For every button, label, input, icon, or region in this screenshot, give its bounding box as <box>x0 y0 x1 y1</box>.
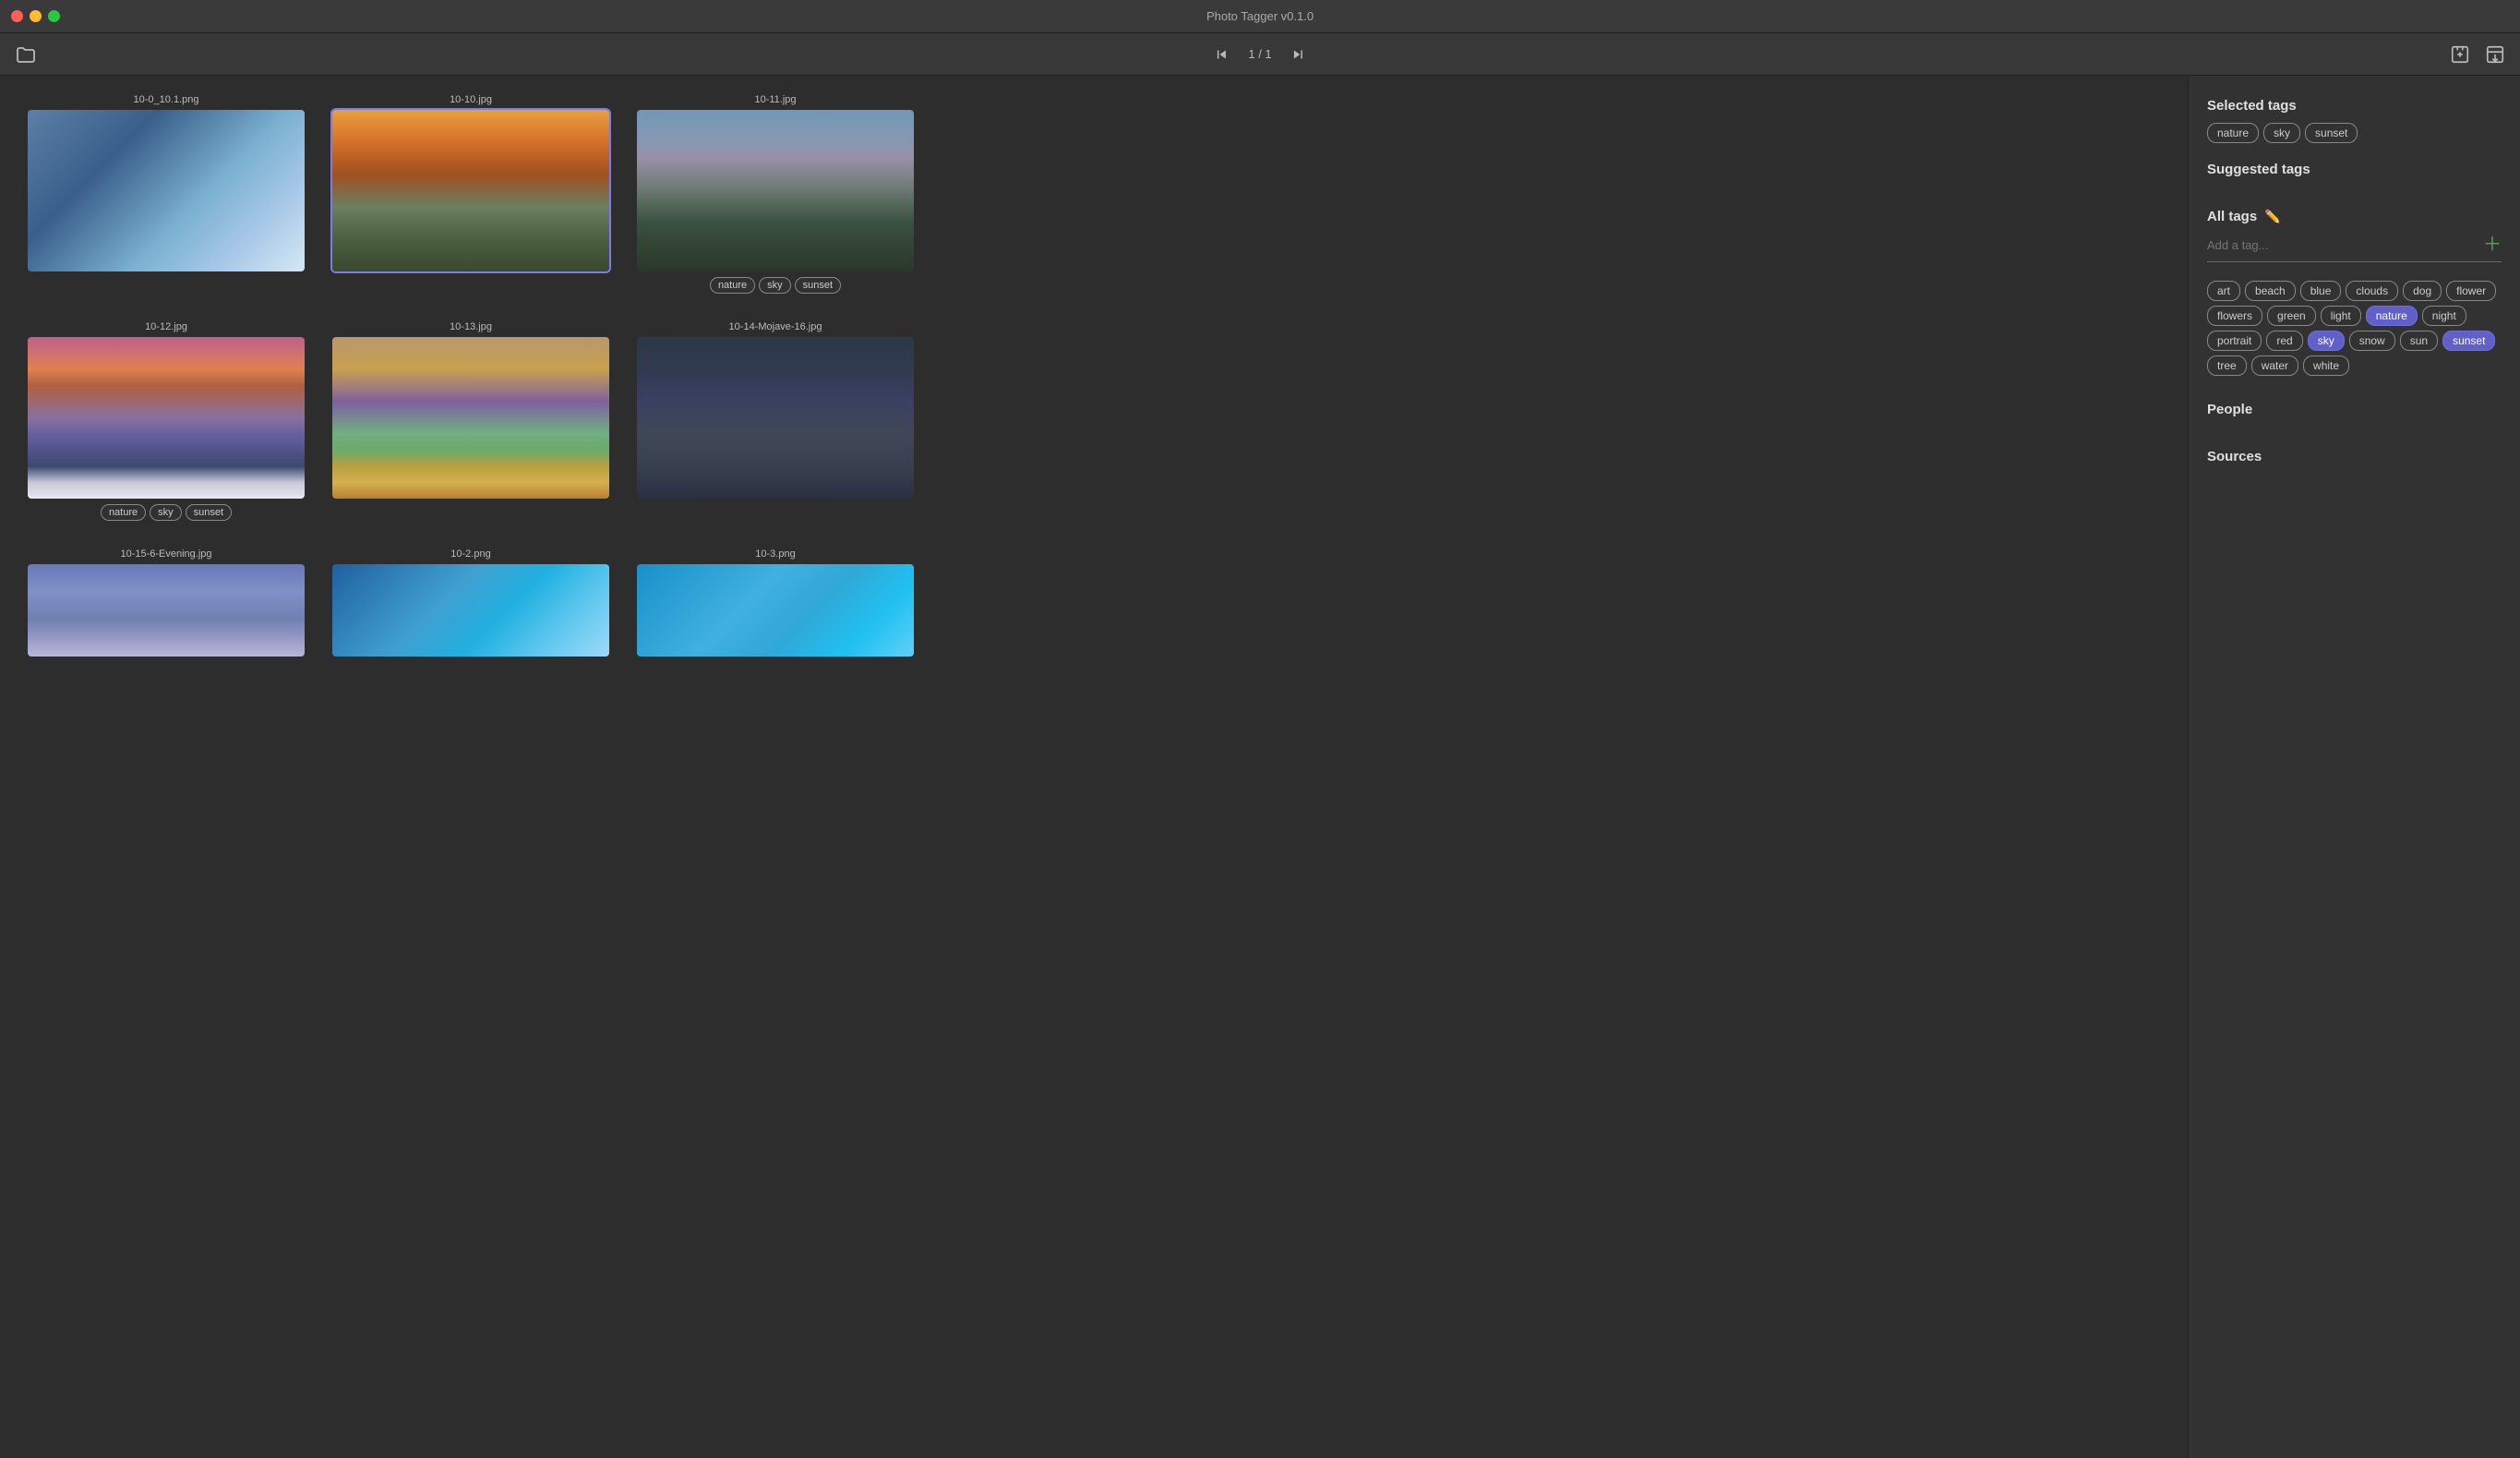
photo-item-4[interactable]: 10-13.jpg <box>332 321 609 504</box>
export-button[interactable] <box>2481 41 2509 68</box>
all-tag-beach[interactable]: beach <box>2245 281 2296 301</box>
next-page-button[interactable] <box>1287 42 1311 66</box>
photo-thumb-1[interactable] <box>332 110 609 271</box>
photo-item-8[interactable]: 10-3.png <box>637 548 914 662</box>
all-tags-list: artbeachbluecloudsdogflower flowersgreenl… <box>2207 281 2502 376</box>
photo-thumb-2[interactable] <box>637 110 914 271</box>
tag-sunset: sunset <box>795 277 841 294</box>
edit-tags-icon[interactable]: ✏️ <box>2264 209 2280 224</box>
all-tag-sun[interactable]: sun <box>2400 331 2438 351</box>
toolbar-right <box>2446 41 2509 68</box>
photo-grid[interactable]: 10-0_10.1.png 10-10.jpg 10-11.jpg <box>0 76 2188 1458</box>
photo-item-1[interactable]: 10-10.jpg <box>332 94 609 277</box>
photo-label-0: 10-0_10.1.png <box>134 94 199 105</box>
all-tag-sky[interactable]: sky <box>2308 331 2345 351</box>
all-tag-nature[interactable]: nature <box>2366 306 2418 326</box>
grid-row-2: 10-12.jpg nature sky sunset 10-13.jpg 10… <box>28 321 2169 521</box>
photo-label-6: 10-15-6-Evening.jpg <box>120 548 211 560</box>
all-tag-snow[interactable]: snow <box>2349 331 2395 351</box>
all-tag-white[interactable]: white <box>2303 355 2349 376</box>
photo-thumb-5[interactable] <box>637 337 914 499</box>
photo-thumb-6[interactable] <box>28 564 305 657</box>
grid-row-3: 10-15-6-Evening.jpg 10-2.png 10-3.png <box>28 548 2169 662</box>
selected-tags-row: nature sky sunset <box>2207 123 2502 143</box>
people-section: People <box>2207 398 2502 427</box>
add-tag-row: ＋ <box>2207 235 2502 262</box>
photo-tags-2: nature sky sunset <box>710 277 841 294</box>
grid-row-1: 10-0_10.1.png 10-10.jpg 10-11.jpg <box>28 94 2169 294</box>
minimize-button[interactable] <box>30 10 42 22</box>
toolbar-center: 1 / 1 <box>1209 42 1310 66</box>
traffic-lights <box>11 10 60 22</box>
all-tag-red[interactable]: red <box>2266 331 2302 351</box>
sources-section: Sources <box>2207 445 2502 474</box>
photo-label-8: 10-3.png <box>755 548 795 560</box>
photo-item-2[interactable]: 10-11.jpg nature sky sunset <box>637 94 914 294</box>
add-tag-input[interactable] <box>2207 238 2476 252</box>
photo-thumb-3[interactable] <box>28 337 305 499</box>
toolbar: 1 / 1 <box>0 33 2520 76</box>
tag-sky: sky <box>150 504 182 521</box>
close-button[interactable] <box>11 10 23 22</box>
titlebar: Photo Tagger v0.1.0 <box>0 0 2520 33</box>
photo-label-1: 10-10.jpg <box>450 94 492 105</box>
toolbar-left <box>11 40 41 69</box>
photo-thumb-4[interactable] <box>332 337 609 499</box>
all-tags-header: All tags ✏️ <box>2207 209 2502 224</box>
photo-label-3: 10-12.jpg <box>145 321 187 332</box>
sidebar: Selected tags nature sky sunset Suggeste… <box>2188 76 2520 1458</box>
open-folder-button[interactable] <box>11 40 41 69</box>
people-title: People <box>2207 402 2502 417</box>
all-tag-sunset[interactable]: sunset <box>2442 331 2495 351</box>
selected-tags-title: Selected tags <box>2207 98 2502 114</box>
selected-tag-sky[interactable]: sky <box>2263 123 2300 143</box>
all-tag-flower[interactable]: flower <box>2446 281 2496 301</box>
all-tag-light[interactable]: light <box>2321 306 2361 326</box>
selected-tag-sunset[interactable]: sunset <box>2305 123 2358 143</box>
selected-tag-nature[interactable]: nature <box>2207 123 2259 143</box>
page-indicator: 1 / 1 <box>1248 47 1271 61</box>
all-tag-blue[interactable]: blue <box>2300 281 2342 301</box>
photo-label-2: 10-11.jpg <box>754 94 796 105</box>
all-tag-water[interactable]: water <box>2251 355 2298 376</box>
all-tag-clouds[interactable]: clouds <box>2346 281 2398 301</box>
add-tag-button[interactable]: ＋ <box>2483 235 2502 254</box>
all-tag-night[interactable]: night <box>2422 306 2466 326</box>
all-tag-dog[interactable]: dog <box>2403 281 2442 301</box>
photo-label-5: 10-14-Mojave-16.jpg <box>729 321 822 332</box>
photo-item-3[interactable]: 10-12.jpg nature sky sunset <box>28 321 305 521</box>
photo-item-5[interactable]: 10-14-Mojave-16.jpg <box>637 321 914 504</box>
maximize-button[interactable] <box>48 10 60 22</box>
photo-item-7[interactable]: 10-2.png <box>332 548 609 662</box>
photo-label-7: 10-2.png <box>450 548 490 560</box>
all-tag-tree[interactable]: tree <box>2207 355 2247 376</box>
all-tags-title: All tags <box>2207 209 2257 224</box>
prev-page-button[interactable] <box>1209 42 1233 66</box>
all-tag-portrait[interactable]: portrait <box>2207 331 2262 351</box>
main-content: 10-0_10.1.png 10-10.jpg 10-11.jpg <box>0 76 2520 1458</box>
photo-tags-3: nature sky sunset <box>101 504 232 521</box>
tag-sky: sky <box>759 277 791 294</box>
app-title: Photo Tagger v0.1.0 <box>1206 9 1314 23</box>
photo-thumb-0[interactable] <box>28 110 305 271</box>
photo-item-6[interactable]: 10-15-6-Evening.jpg <box>28 548 305 662</box>
photo-item-0[interactable]: 10-0_10.1.png <box>28 94 305 277</box>
sources-title: Sources <box>2207 449 2502 464</box>
photo-thumb-7[interactable] <box>332 564 609 657</box>
suggested-tags-title: Suggested tags <box>2207 162 2502 177</box>
all-tag-art[interactable]: art <box>2207 281 2240 301</box>
photo-thumb-8[interactable] <box>637 564 914 657</box>
tag-nature: nature <box>710 277 755 294</box>
tag-nature: nature <box>101 504 146 521</box>
all-tag-flowers[interactable]: flowers <box>2207 306 2262 326</box>
photo-label-4: 10-13.jpg <box>450 321 492 332</box>
import-button[interactable] <box>2446 41 2474 68</box>
all-tag-green[interactable]: green <box>2267 306 2316 326</box>
tag-sunset: sunset <box>186 504 232 521</box>
